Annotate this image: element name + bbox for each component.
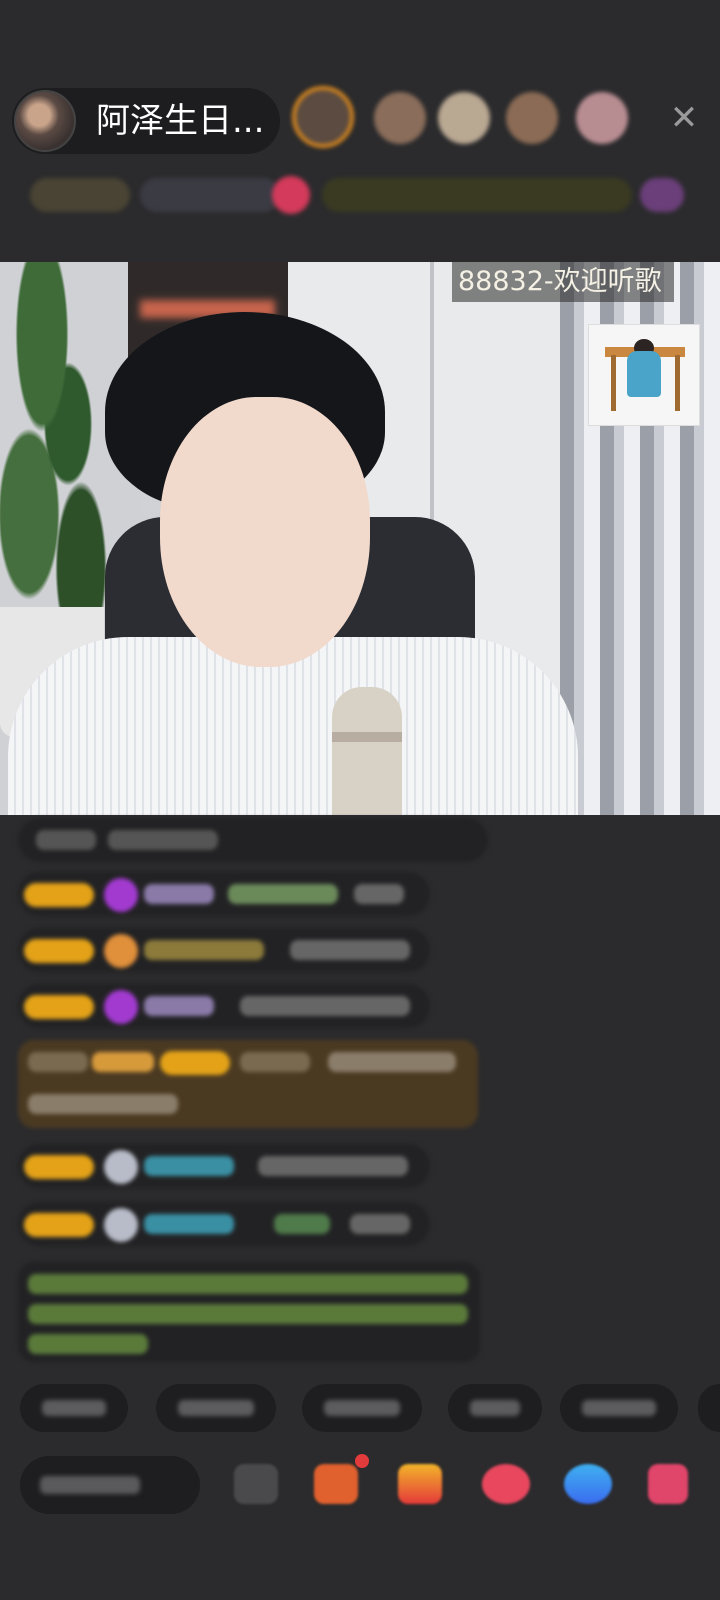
stats-bar — [22, 172, 692, 218]
video-plant — [0, 262, 120, 622]
stats-chip[interactable] — [272, 176, 310, 214]
quick-reply-chip[interactable] — [448, 1384, 542, 1432]
host-name[interactable]: 阿泽生日... — [96, 102, 264, 140]
quick-reply-chip[interactable] — [698, 1384, 720, 1432]
chat-message[interactable] — [18, 1202, 430, 1246]
chat-message[interactable] — [18, 1144, 430, 1188]
viewer-avatar[interactable] — [506, 92, 558, 144]
viewer-avatar[interactable] — [438, 92, 490, 144]
quick-reply-bar — [0, 1384, 720, 1436]
microphone — [332, 687, 402, 815]
chat-message-highlight[interactable] — [18, 1040, 478, 1128]
chat-message[interactable] — [18, 928, 430, 972]
quick-reply-chip[interactable] — [560, 1384, 678, 1432]
microphone-band — [332, 732, 402, 742]
chat-list[interactable] — [0, 818, 720, 1362]
treasure-icon[interactable] — [398, 1464, 442, 1504]
chat-input[interactable] — [20, 1456, 200, 1514]
emoji-icon[interactable] — [234, 1464, 278, 1504]
streamer-face — [160, 397, 370, 667]
chat-message[interactable] — [18, 818, 488, 862]
quick-reply-chip[interactable] — [302, 1384, 422, 1432]
streamer-body — [8, 637, 578, 815]
more-apps-icon[interactable] — [648, 1464, 688, 1504]
viewer-avatar[interactable] — [374, 92, 426, 144]
notification-dot — [355, 1454, 369, 1468]
live-video[interactable]: 88832-欢迎听歌 — [0, 262, 720, 815]
quick-reply-chip[interactable] — [20, 1384, 128, 1432]
stats-chip[interactable] — [140, 178, 280, 212]
chat-message[interactable] — [18, 984, 430, 1028]
room-banner: 88832-欢迎听歌 — [452, 262, 674, 302]
chat-system-notice — [18, 1262, 480, 1362]
close-icon[interactable]: ✕ — [668, 101, 700, 135]
sticker-person — [627, 351, 661, 397]
heart-icon[interactable] — [482, 1464, 530, 1504]
viewer-avatar[interactable] — [292, 86, 354, 148]
top-bar: 阿泽生日... ✕ — [0, 80, 720, 160]
host-info-pill[interactable]: 阿泽生日... — [12, 88, 280, 154]
rank-chip[interactable] — [322, 178, 632, 212]
quick-reply-chip[interactable] — [156, 1384, 276, 1432]
sticker-table-leg — [611, 355, 616, 411]
game-controller-icon[interactable] — [564, 1464, 612, 1504]
rank-chip[interactable] — [640, 178, 684, 212]
bottom-toolbar — [0, 1454, 720, 1524]
stats-chip[interactable] — [30, 178, 130, 212]
gift-box-icon[interactable] — [314, 1464, 358, 1504]
sticker-table-leg — [675, 355, 680, 411]
chat-message[interactable] — [18, 872, 430, 916]
praying-sticker — [588, 324, 700, 426]
host-avatar[interactable] — [14, 90, 76, 152]
viewer-avatar[interactable] — [576, 92, 628, 144]
